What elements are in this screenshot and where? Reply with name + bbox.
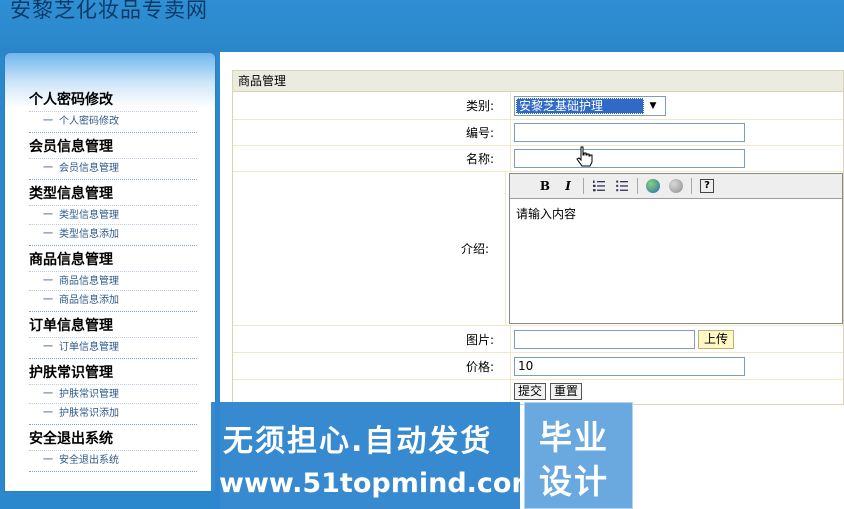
editor-toolbar: B I ? [510, 174, 842, 199]
menu-group-types: 类型信息管理 一类型信息管理 一类型信息添加 [29, 183, 197, 246]
code-input[interactable] [514, 123, 745, 142]
actions-row: 提交 重置 [233, 380, 843, 404]
upload-button[interactable]: 上传 [698, 329, 735, 349]
watermark-right-line1: 毕业 [539, 418, 609, 457]
image-path-input[interactable] [514, 329, 695, 349]
toolbar-divider [691, 178, 692, 194]
menu-group-products: 商品信息管理 一商品信息管理 一商品信息添加 [29, 249, 197, 312]
menu-title: 个人密码修改 [29, 92, 113, 108]
sidebar-item-logout[interactable]: 一安全退出系统 [29, 450, 197, 469]
sidebar-item-skincare-manage[interactable]: 一护肤常识管理 [29, 384, 197, 403]
menu-title: 会员信息管理 [29, 139, 113, 155]
name-label: 名称: [233, 146, 511, 171]
code-label: 编号: [233, 120, 511, 145]
sidebar-item-change-password[interactable]: 一个人密码修改 [29, 111, 197, 130]
intro-row: 介绍: B I ? 请输入内容 [233, 172, 843, 326]
name-input[interactable] [514, 149, 745, 168]
watermark-right-line2: 设计 [539, 462, 609, 501]
sidebar-item-order-manage[interactable]: 一订单信息管理 [29, 337, 197, 356]
sidebar-item-skincare-add[interactable]: 一护肤常识添加 [29, 403, 197, 422]
sidebar: 个人密码修改 一个人密码修改 会员信息管理 一会员信息管理 类型信息管理 一类型… [4, 52, 216, 492]
toolbar-divider [583, 178, 584, 194]
editor-content[interactable]: 请输入内容 [510, 199, 842, 228]
watermark-right: 毕业 设计 [524, 402, 633, 509]
menu-group-orders: 订单信息管理 一订单信息管理 [29, 315, 197, 359]
panel-title: 商品管理 [233, 71, 843, 92]
bullet-list-icon[interactable] [612, 176, 632, 196]
intro-label: 介绍: [233, 172, 506, 325]
code-row: 编号: [233, 120, 843, 146]
menu-title: 订单信息管理 [29, 318, 113, 334]
watermark-url: www.51topmind.com [219, 468, 540, 499]
menu-group-password: 个人密码修改 一个人密码修改 [29, 89, 197, 133]
submit-button[interactable]: 提交 [514, 383, 547, 400]
sidebar-menu: 个人密码修改 一个人密码修改 会员信息管理 一会员信息管理 类型信息管理 一类型… [29, 89, 197, 475]
category-label: 类别: [233, 92, 511, 119]
image-row: 图片: 上传 [233, 326, 843, 353]
menu-title: 安全退出系统 [29, 431, 113, 447]
sidebar-item-type-manage[interactable]: 一类型信息管理 [29, 205, 197, 224]
watermark-banner: 无须担心.自动发货 www.51topmind.com 毕业 设计 [211, 402, 633, 509]
category-select[interactable]: 安黎芝基础护理 ▼ [514, 95, 666, 116]
italic-button[interactable]: I [558, 176, 578, 196]
menu-title: 商品信息管理 [29, 252, 113, 268]
sidebar-item-product-manage[interactable]: 一商品信息管理 [29, 271, 197, 290]
menu-title: 护肤常识管理 [29, 365, 113, 381]
sidebar-item-member-manage[interactable]: 一会员信息管理 [29, 158, 197, 177]
menu-group-members: 会员信息管理 一会员信息管理 [29, 136, 197, 180]
site-title: 安黎芝化妆品专卖网 [10, 0, 208, 22]
menu-group-skincare: 护肤常识管理 一护肤常识管理 一护肤常识添加 [29, 362, 197, 425]
header: 安黎芝化妆品专卖网 [0, 0, 844, 52]
name-row: 名称: [233, 146, 843, 172]
image-label: 图片: [233, 326, 511, 352]
bold-button[interactable]: B [535, 176, 555, 196]
sidebar-item-product-add[interactable]: 一商品信息添加 [29, 290, 197, 309]
price-input[interactable] [514, 356, 745, 376]
product-form-panel: 商品管理 类别: 安黎芝基础护理 ▼ 编号: 名称: 介绍: B I ? 请输入… [232, 70, 844, 405]
price-row: 价格: [233, 353, 843, 380]
menu-title: 类型信息管理 [29, 186, 113, 202]
hand-cursor-icon [576, 146, 594, 171]
rich-text-editor[interactable]: B I ? 请输入内容 [509, 173, 843, 324]
sidebar-item-type-add[interactable]: 一类型信息添加 [29, 224, 197, 243]
toolbar-divider [637, 178, 638, 194]
watermark-left: 无须担心.自动发货 www.51topmind.com [211, 402, 540, 509]
help-icon[interactable]: ? [697, 176, 717, 196]
category-row: 类别: 安黎芝基础护理 ▼ [233, 92, 843, 120]
watermark-slogan: 无须担心.自动发货 [223, 424, 493, 459]
ordered-list-icon[interactable] [589, 176, 609, 196]
chevron-down-icon[interactable]: ▼ [644, 101, 662, 111]
category-selected-value: 安黎芝基础护理 [516, 97, 644, 114]
link-globe-icon[interactable] [643, 176, 663, 196]
unlink-globe-icon[interactable] [666, 176, 686, 196]
actions-label-cell [233, 380, 511, 404]
menu-group-logout: 安全退出系统 一安全退出系统 [29, 428, 197, 472]
reset-button[interactable]: 重置 [550, 383, 583, 400]
price-label: 价格: [233, 353, 511, 379]
